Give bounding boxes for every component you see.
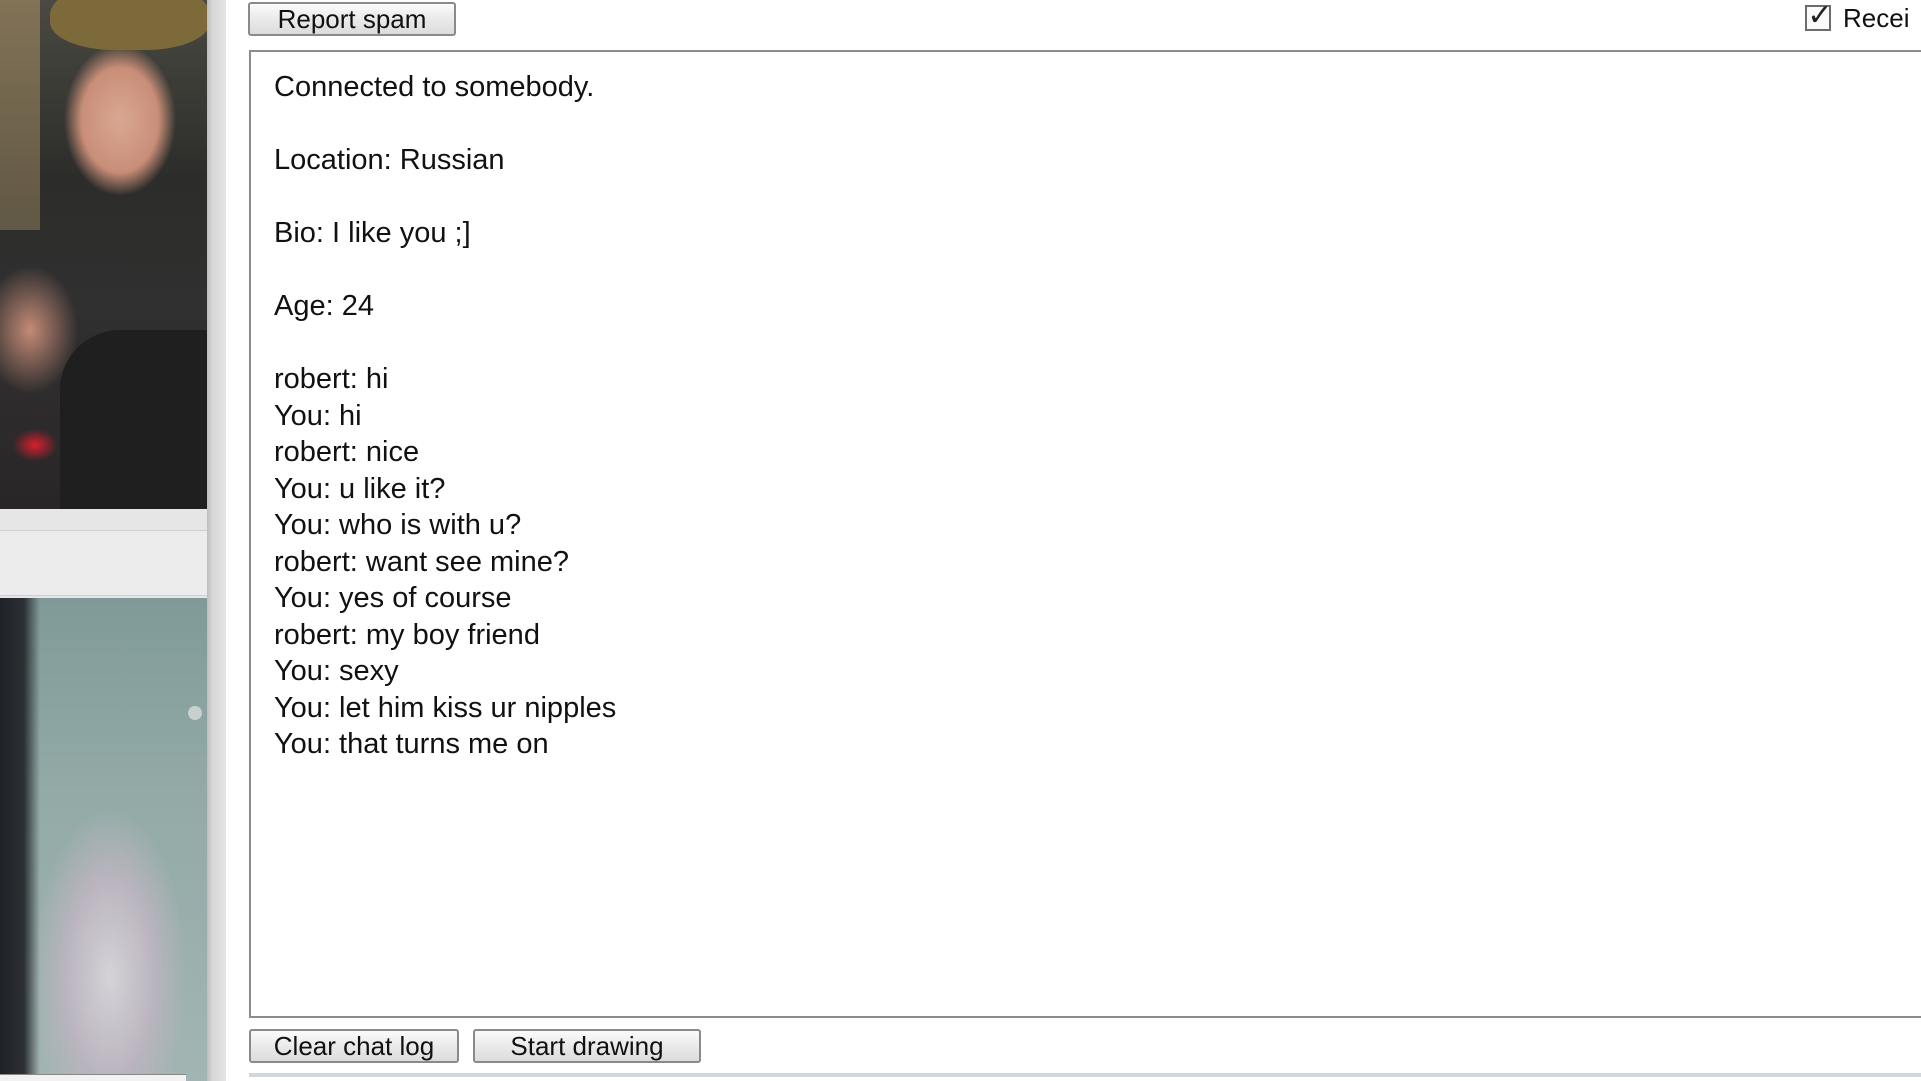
chat-message: robert: my boy friend <box>274 618 540 651</box>
chat-message: You: u like it? <box>274 472 446 505</box>
partner-location: Location: Russian <box>274 144 505 176</box>
local-video-hair <box>0 598 40 1081</box>
video-column <box>0 0 226 1081</box>
check-icon: ✓ <box>1807 0 1833 32</box>
connection-status: Connected to somebody. <box>274 71 595 103</box>
chat-message: You: that turns me on <box>274 728 549 760</box>
local-video-bottom-tab <box>0 1074 186 1081</box>
clear-chat-log-button[interactable]: Clear chat log <box>249 1029 459 1063</box>
report-spam-button[interactable]: Report spam <box>248 2 456 36</box>
chat-message: robert: nice <box>274 436 420 468</box>
chat-message: robert: want see mine? <box>274 545 569 578</box>
chat-message: You: let him kiss ur nipples <box>274 691 617 724</box>
local-video <box>0 598 207 1081</box>
partner-bio: Bio: I like you ;] <box>274 217 471 249</box>
column-divider <box>207 0 226 1081</box>
receive-option[interactable]: ✓ Recei <box>1805 0 1909 36</box>
chat-message: robert: hi <box>274 363 389 395</box>
receive-label: Recei <box>1843 2 1910 33</box>
chat-message: You: hi <box>274 399 362 432</box>
chat-message: You: who is with u? <box>274 509 522 541</box>
video-separator-bar <box>0 530 207 596</box>
local-video-wall-hook <box>188 706 202 720</box>
partner-age: Age: 24 <box>274 290 374 322</box>
chat-message: You: sexy <box>274 655 399 687</box>
remote-video <box>0 0 207 509</box>
receive-checkbox[interactable]: ✓ <box>1805 0 1833 32</box>
chat-app: Report spam ✓ Recei Connected to somebod… <box>0 0 1921 1081</box>
remote-video-hair <box>50 0 207 50</box>
chat-message: You: yes of course <box>274 582 512 614</box>
chat-log[interactable]: Connected to somebody. Location: Russian… <box>249 50 1921 1018</box>
remote-video-background <box>0 0 40 230</box>
bottom-divider <box>249 1073 1921 1077</box>
remote-video-sleeve <box>60 330 207 509</box>
start-drawing-button[interactable]: Start drawing <box>473 1029 701 1063</box>
